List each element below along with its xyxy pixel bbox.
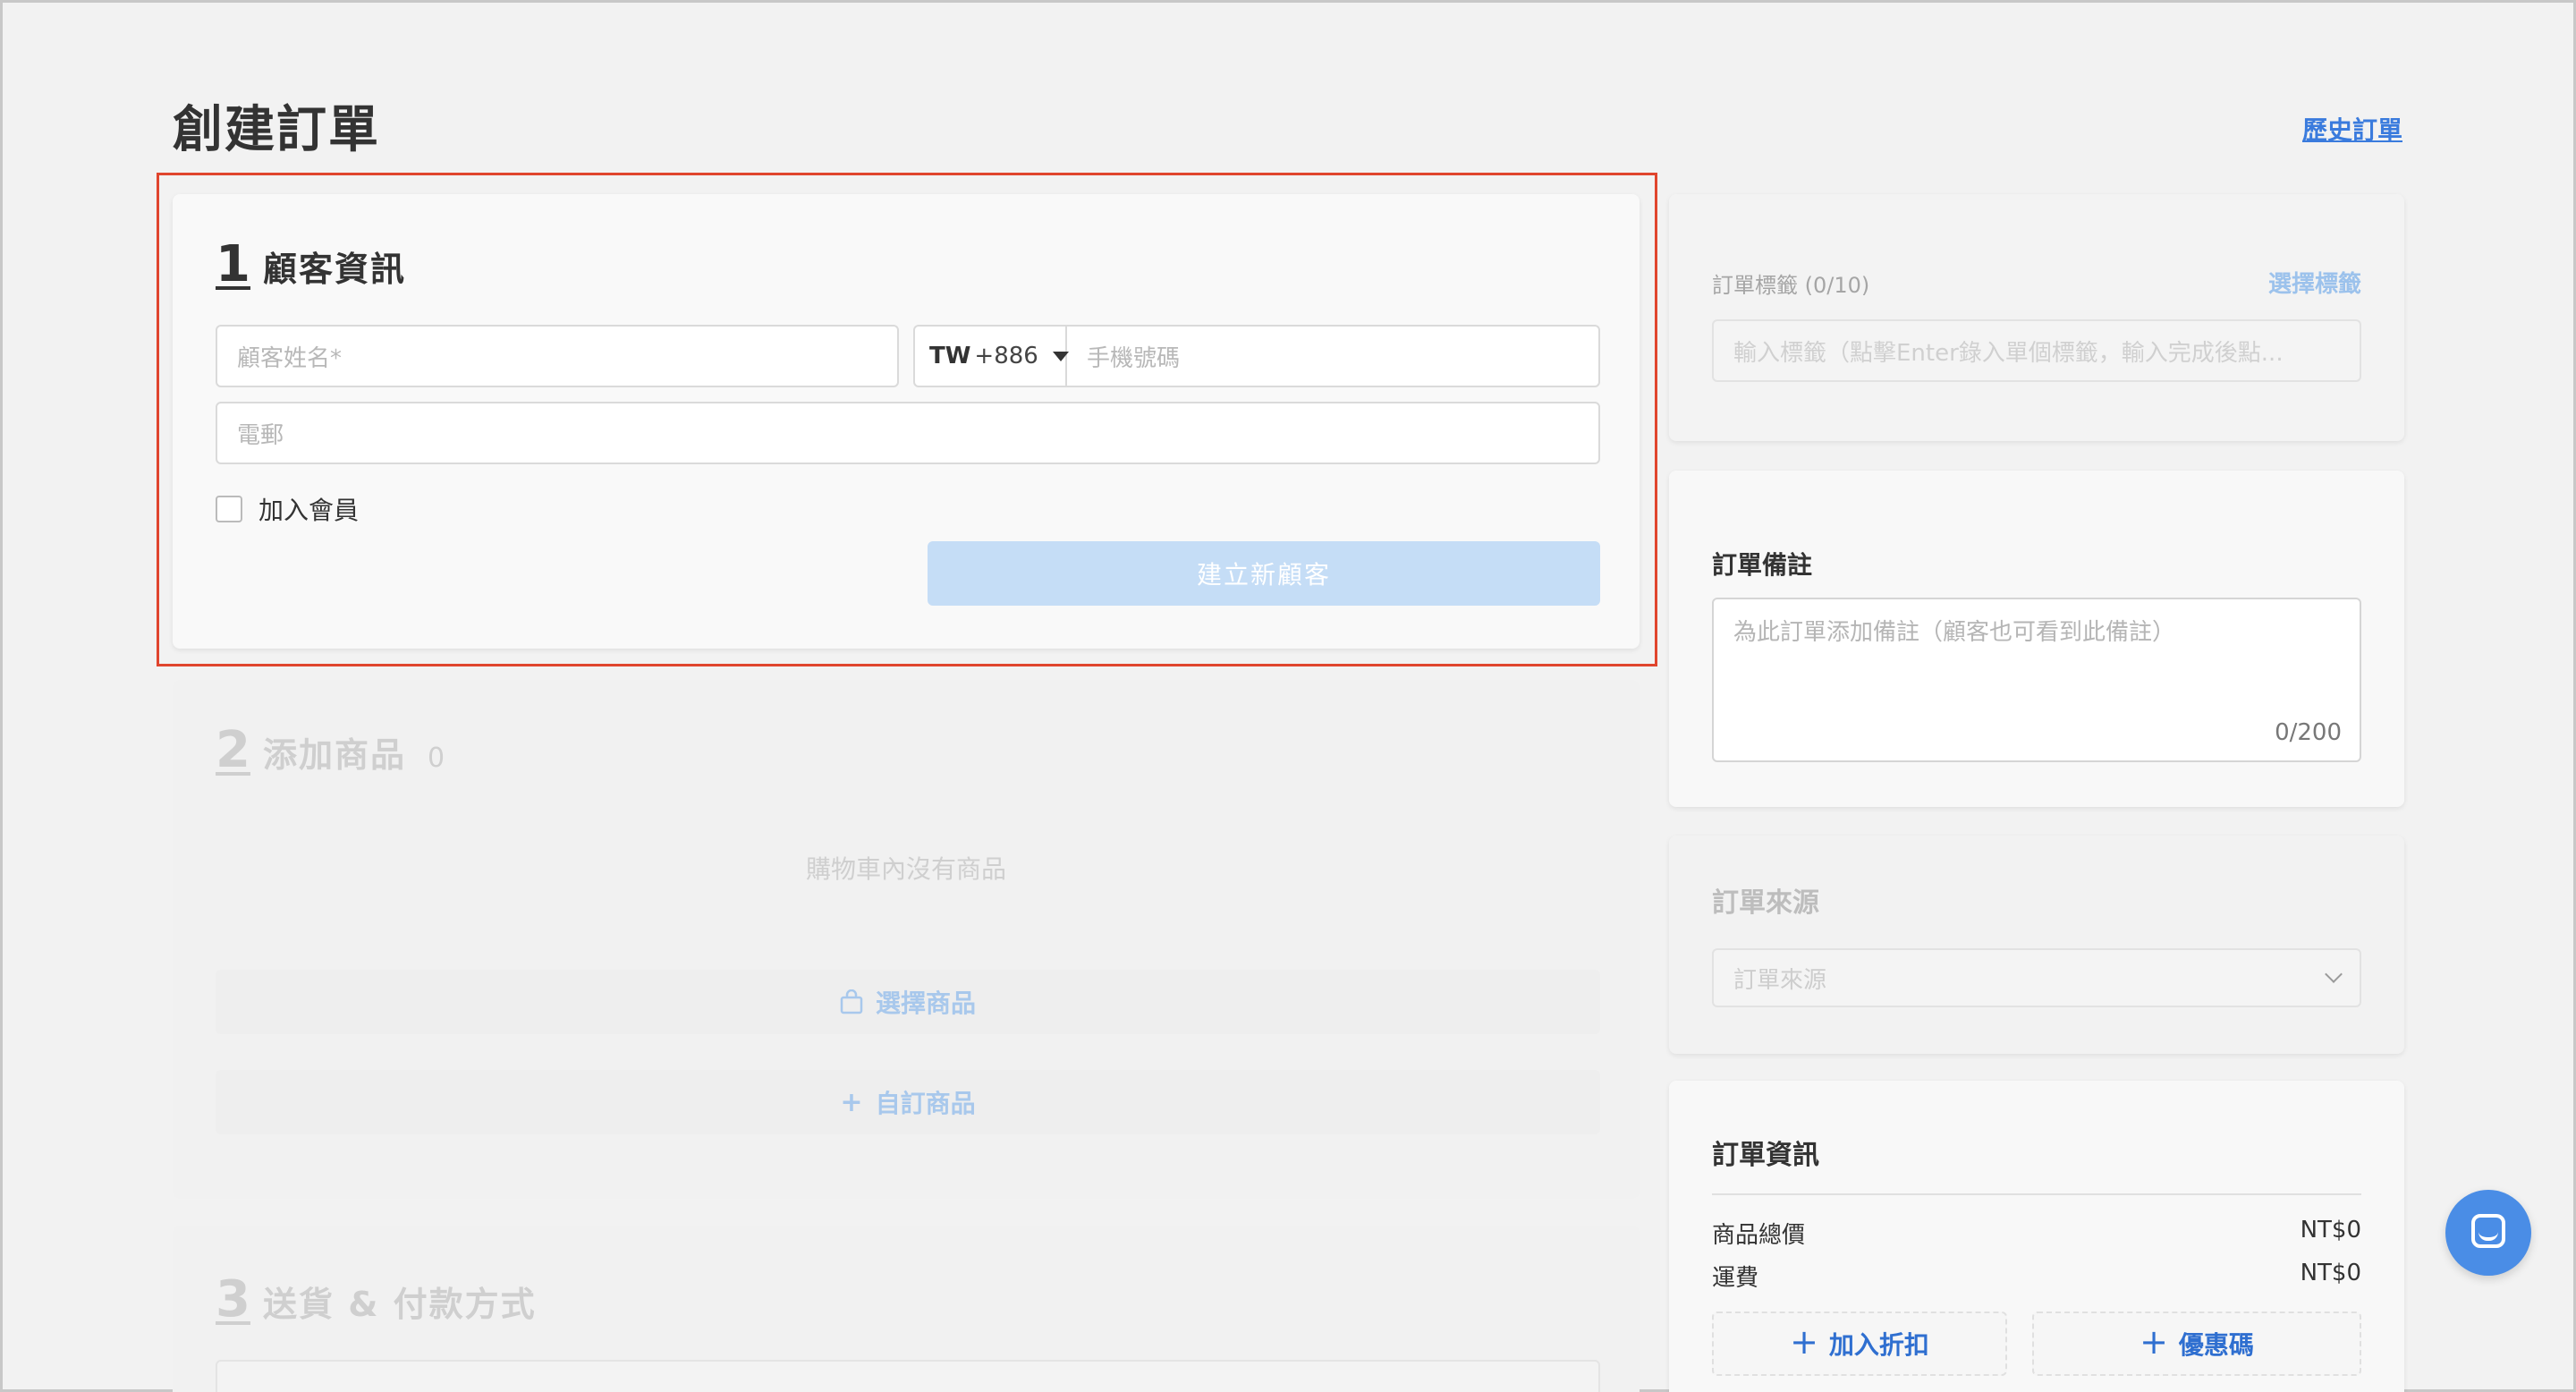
add-discount-label: 加入折扣 [1828, 1330, 1929, 1360]
coupon-code-button[interactable]: + 優惠碼 [2032, 1311, 2361, 1376]
order-notes-card: 訂單備註 為此訂單添加備註（顧客也可看到此備註） 0/200 [1669, 471, 2404, 807]
order-notes-title: 訂單備註 [1712, 550, 1813, 580]
shipping-region-select[interactable] [216, 1360, 1600, 1392]
subtotal-row: 商品總價 NT$0 [1712, 1217, 2361, 1250]
shipping-fee-row: 運費 NT$0 [1712, 1260, 2361, 1293]
order-source-placeholder: 訂單來源 [1733, 966, 1827, 994]
section-title: 添加商品 [262, 735, 406, 775]
section-title: 送貨 & 付款方式 [262, 1285, 537, 1324]
order-source-card: 訂單來源 訂單來源 [1669, 836, 2404, 1054]
add-products-card: 2 添加商品 0 購物車內沒有商品 選擇商品 + 自訂商品 [173, 680, 1640, 1199]
chat-icon [2471, 1214, 2505, 1248]
shopping-bag-icon [840, 989, 863, 1014]
coupon-code-label: 優惠碼 [2178, 1330, 2254, 1360]
products-count: 0 [427, 743, 445, 774]
subtotal-value: NT$0 [2300, 1217, 2361, 1243]
order-source-select[interactable]: 訂單來源 [1712, 948, 2361, 1007]
tags-input-placeholder: 輸入標籤（點擊Enter錄入單個標籤，輸入完成後點... [1733, 339, 2284, 367]
step-number: 2 [216, 721, 250, 779]
plus-icon: + [840, 1086, 863, 1118]
divider [1712, 1193, 2361, 1195]
highlight-box [157, 173, 1657, 666]
empty-cart-text: 購物車內沒有商品 [805, 854, 1006, 884]
chevron-down-icon [2325, 965, 2343, 983]
shipping-section-heading: 3 送貨 & 付款方式 [216, 1270, 537, 1328]
page-title: 創建訂單 [173, 101, 380, 159]
order-tags-label: 訂單標籤 (0/10) [1712, 273, 1870, 298]
shipping-fee-value: NT$0 [2300, 1260, 2361, 1286]
subtotal-label: 商品總價 [1712, 1222, 1806, 1249]
add-discount-button[interactable]: + 加入折扣 [1712, 1311, 2007, 1376]
shipping-payment-card: 3 送貨 & 付款方式 [173, 1226, 1640, 1392]
select-tags-link[interactable]: 選擇標籤 [2268, 266, 2361, 299]
custom-product-button[interactable]: + 自訂商品 [216, 1070, 1600, 1134]
step-number: 3 [216, 1270, 250, 1328]
notes-placeholder: 為此訂單添加備註（顧客也可看到此備註） [1733, 619, 2176, 646]
notes-char-counter: 0/200 [2275, 719, 2342, 746]
order-source-title: 訂單來源 [1712, 887, 1819, 919]
order-tags-card: 訂單標籤 (0/10) 選擇標籤 輸入標籤（點擊Enter錄入單個標籤，輸入完成… [1669, 194, 2404, 441]
plus-icon: + [2140, 1322, 2168, 1362]
order-notes-textarea[interactable]: 為此訂單添加備註（顧客也可看到此備註） 0/200 [1712, 598, 2361, 762]
shipping-fee-label: 運費 [1712, 1265, 1759, 1292]
custom-product-label: 自訂商品 [875, 1089, 976, 1118]
order-info-title: 訂單資訊 [1712, 1140, 1819, 1171]
select-products-label: 選擇商品 [875, 989, 976, 1018]
select-products-button[interactable]: 選擇商品 [216, 970, 1600, 1034]
products-section-heading: 2 添加商品 0 [216, 721, 445, 779]
plus-icon: + [1790, 1322, 1818, 1362]
order-info-card: 訂單資訊 商品總價 NT$0 運費 NT$0 + 加入折扣 + 優惠碼 [1669, 1081, 2404, 1392]
history-orders-link[interactable]: 歷史訂單 [2302, 111, 2402, 147]
chat-button[interactable] [2445, 1190, 2531, 1276]
tags-input[interactable]: 輸入標籤（點擊Enter錄入單個標籤，輸入完成後點... [1712, 319, 2361, 382]
